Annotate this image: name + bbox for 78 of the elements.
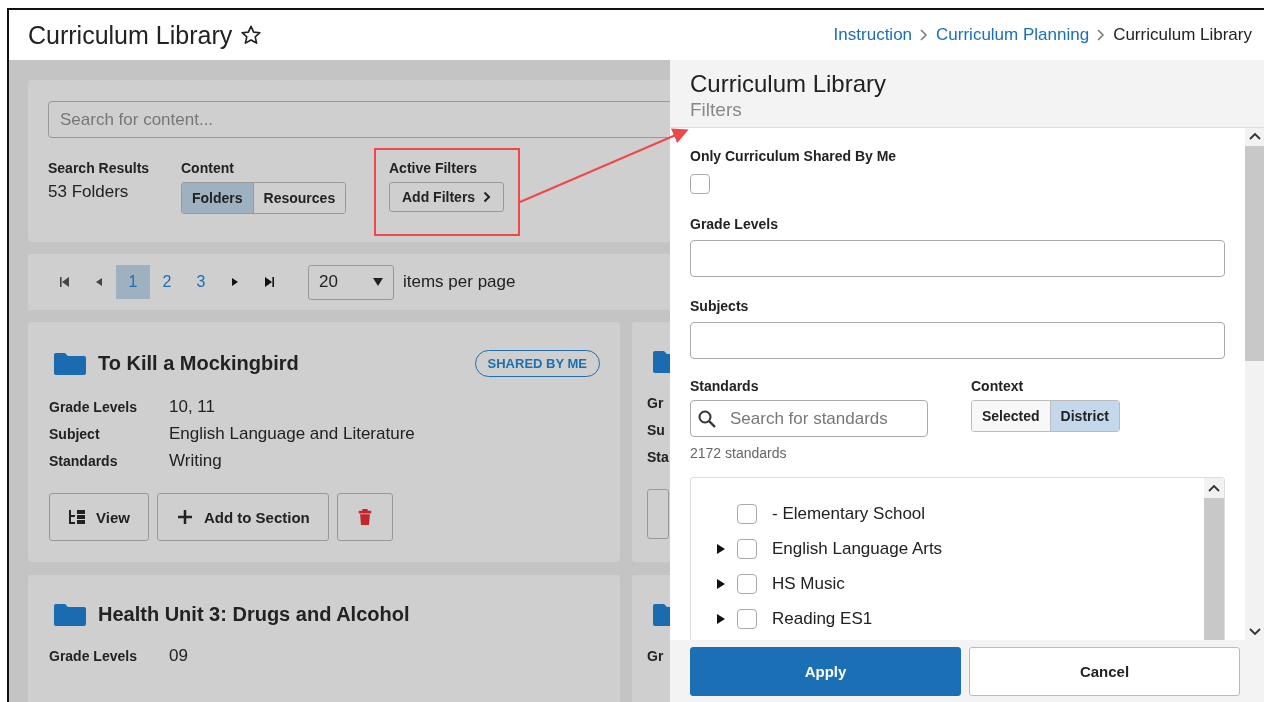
standards-search-field[interactable]: Search for standards	[690, 400, 928, 437]
content-toggle-option[interactable]: Resources	[252, 183, 346, 213]
last-page-icon[interactable]	[264, 277, 274, 287]
next-page-icon[interactable]	[230, 277, 240, 287]
tree-item[interactable]: HS Music	[772, 573, 845, 594]
apply-button[interactable]: Apply	[690, 647, 961, 696]
delete-button[interactable]	[336, 493, 393, 541]
plus-icon	[175, 509, 194, 525]
tree-row[interactable]: English Language Arts	[691, 531, 1204, 566]
field-value: Writing	[169, 450, 223, 471]
field-label: Context	[971, 378, 1025, 394]
cancel-button[interactable]: Cancel	[969, 647, 1240, 696]
field-label: Only Curriculum Shared By Me	[690, 148, 898, 164]
first-page-icon[interactable]	[60, 277, 70, 287]
scrollbar[interactable]	[1245, 128, 1264, 640]
field-label: Subjects	[690, 298, 750, 314]
field-label: Sta	[647, 448, 670, 465]
field-label: Standards	[49, 452, 119, 469]
previous-page-icon[interactable]	[94, 277, 104, 287]
breadcrumb-current: Curriculum Library	[1113, 25, 1252, 45]
field-label: Su	[647, 421, 666, 438]
card-button[interactable]	[647, 489, 669, 539]
field-value: English Language and Literature	[169, 423, 416, 444]
grade-levels-field[interactable]	[690, 240, 1225, 277]
folder-title[interactable]: Health Unit 3: Drugs and Alcohol	[98, 603, 410, 626]
context-toggle-option[interactable]: District	[1049, 401, 1119, 431]
expand-triangle-icon[interactable]	[717, 613, 725, 624]
field-label: Gr	[647, 394, 665, 411]
star-icon[interactable]	[240, 24, 263, 46]
expand-triangle-icon[interactable]	[717, 578, 725, 589]
standards-count: 2172 standards	[690, 445, 788, 461]
tree-item[interactable]: English Language Arts	[772, 538, 943, 559]
field-label: Standards	[690, 378, 760, 394]
checkbox[interactable]	[737, 538, 757, 559]
checkbox[interactable]	[737, 608, 757, 629]
folder-icon	[54, 352, 86, 375]
chevron-icon	[483, 191, 492, 203]
tree-row[interactable]: Reading ES1	[691, 601, 1204, 636]
page-title: Curriculum Library	[28, 20, 233, 50]
chevron-icon	[1097, 29, 1106, 41]
tree-row[interactable]: - Elementary School	[691, 496, 1204, 531]
context-toggle-option[interactable]: Selected	[972, 401, 1050, 431]
caret-icon	[373, 278, 383, 286]
breadcrumb-link[interactable]: Curriculum Planning	[936, 25, 1090, 45]
content-toggle-option[interactable]: Folders	[182, 183, 253, 213]
field-label: Active Filters	[389, 160, 478, 176]
tree-item[interactable]: Reading ES1	[772, 608, 873, 629]
page-size-label: items per page	[403, 272, 516, 292]
expand-triangle-icon[interactable]	[717, 543, 725, 554]
results-count: 53 Folders	[48, 182, 130, 202]
field-label: Grade Levels	[49, 647, 138, 664]
field-label: Gr	[647, 647, 665, 664]
page-size-dropdown[interactable]: 20	[308, 264, 394, 300]
field-label: Search Results	[48, 160, 151, 176]
field-label: Grade Levels	[49, 398, 138, 415]
breadcrumb-link[interactable]: Instruction	[833, 25, 913, 45]
subjects-field[interactable]	[690, 322, 1225, 359]
checkbox[interactable]	[737, 573, 757, 594]
field-label: Subject	[49, 425, 101, 442]
panel-subtitle: Filters	[690, 99, 743, 121]
folder-icon	[54, 603, 86, 626]
folder-title[interactable]: To Kill a Mockingbird	[98, 352, 299, 375]
tree-item[interactable]: - Elementary School	[772, 503, 926, 524]
chevron-icon	[920, 29, 929, 41]
search-field[interactable]: Search for content...	[48, 101, 670, 138]
field-value: 10, 11	[169, 396, 216, 417]
panel-title: Curriculum Library	[690, 70, 888, 98]
add-filters-button[interactable]: Add Filters	[389, 182, 505, 212]
field-label: Grade Levels	[690, 216, 779, 232]
scrollbar[interactable]	[1204, 478, 1224, 640]
tree-row[interactable]: HS Music	[691, 566, 1204, 601]
checkbox[interactable]	[737, 503, 757, 524]
view-button[interactable]: View	[49, 493, 149, 541]
field-label: Content	[181, 160, 235, 176]
checkbox[interactable]	[690, 174, 710, 194]
field-value: 09	[169, 645, 189, 666]
add-to-section-button[interactable]: Add to Section	[156, 493, 329, 541]
tree-structure-icon	[68, 509, 86, 525]
